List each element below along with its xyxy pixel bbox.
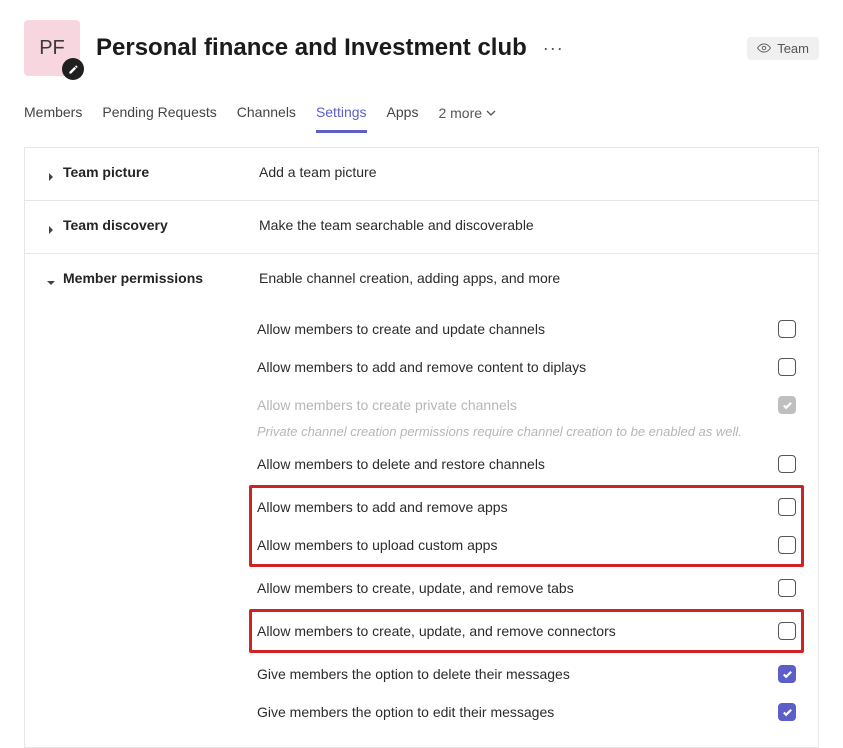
permission-checkbox[interactable]: [778, 536, 796, 554]
caret-right-icon[interactable]: [47, 221, 57, 237]
tab-apps[interactable]: Apps: [387, 104, 419, 132]
section-team-discovery: Team discovery Make the team searchable …: [25, 201, 818, 254]
permission-row: Give members the option to edit their me…: [257, 693, 796, 731]
permissions-list: Allow members to create and update chann…: [257, 310, 796, 731]
page-title: Personal finance and Investment club: [96, 34, 527, 62]
permission-checkbox[interactable]: [778, 579, 796, 597]
team-avatar[interactable]: PF: [24, 20, 80, 76]
permission-row: Allow members to delete and restore chan…: [257, 445, 796, 483]
permission-label: Allow members to add and remove apps: [257, 499, 766, 515]
section-desc-discovery: Make the team searchable and discoverabl…: [259, 217, 534, 233]
tabs-nav: Members Pending Requests Channels Settin…: [0, 76, 843, 133]
caret-down-icon[interactable]: [47, 274, 57, 290]
section-desc-picture: Add a team picture: [259, 164, 377, 180]
permission-checkbox[interactable]: [778, 320, 796, 338]
settings-panel: Team picture Add a team picture Team dis…: [24, 147, 819, 748]
permission-row: Give members the option to delete their …: [257, 655, 796, 693]
tab-more-label: 2 more: [438, 105, 482, 121]
edit-avatar-icon[interactable]: [62, 58, 84, 80]
permission-checkbox[interactable]: [778, 358, 796, 376]
permission-label: Allow members to create, update, and rem…: [257, 623, 766, 639]
permission-label: Allow members to upload custom apps: [257, 537, 766, 553]
permission-label: Give members the option to edit their me…: [257, 704, 766, 720]
tab-pending-requests[interactable]: Pending Requests: [102, 104, 216, 132]
permission-checkbox[interactable]: [778, 622, 796, 640]
permission-checkbox[interactable]: [778, 498, 796, 516]
permission-checkbox[interactable]: [778, 455, 796, 473]
section-desc-permissions: Enable channel creation, adding apps, an…: [259, 270, 560, 286]
permission-label: Allow members to create, update, and rem…: [257, 580, 766, 596]
permission-row: Allow members to add and remove content …: [257, 348, 796, 386]
highlight-box: Allow members to add and remove apps Allo…: [249, 485, 804, 567]
permission-checkbox: [778, 396, 796, 414]
permission-label: Allow members to create and update chann…: [257, 321, 766, 337]
section-team-picture: Team picture Add a team picture: [25, 148, 818, 201]
permission-label: Allow members to delete and restore chan…: [257, 456, 766, 472]
highlight-box: Allow members to create, update, and rem…: [249, 609, 804, 653]
permission-checkbox[interactable]: [778, 703, 796, 721]
permission-row: Allow members to create, update, and rem…: [257, 612, 796, 650]
permission-label: Allow members to create private channels: [257, 397, 766, 413]
permission-row: Allow members to upload custom apps: [257, 526, 796, 564]
permission-label: Give members the option to delete their …: [257, 666, 766, 682]
section-member-permissions: Member permissions Enable channel creati…: [25, 254, 818, 748]
permission-row: Allow members to create and update chann…: [257, 310, 796, 348]
team-visibility-pill[interactable]: Team: [747, 37, 819, 60]
section-title-permissions[interactable]: Member permissions: [63, 270, 253, 286]
permission-row: Allow members to add and remove apps: [257, 488, 796, 526]
section-title-discovery[interactable]: Team discovery: [63, 217, 253, 233]
tab-more[interactable]: 2 more: [438, 104, 496, 132]
page-header: PF Personal finance and Investment club …: [0, 0, 843, 76]
permission-label: Allow members to add and remove content …: [257, 359, 766, 375]
team-pill-label: Team: [777, 41, 809, 56]
tab-members[interactable]: Members: [24, 104, 82, 132]
permission-row: Allow members to create private channels: [257, 386, 796, 424]
permission-checkbox[interactable]: [778, 665, 796, 683]
caret-right-icon[interactable]: [47, 168, 57, 184]
permission-row: Allow members to create, update, and rem…: [257, 569, 796, 607]
tab-channels[interactable]: Channels: [237, 104, 296, 132]
more-actions-icon[interactable]: ···: [539, 34, 568, 63]
tab-settings[interactable]: Settings: [316, 104, 367, 133]
permission-hint: Private channel creation permissions req…: [257, 424, 796, 445]
eye-icon: [757, 41, 771, 55]
section-title-picture[interactable]: Team picture: [63, 164, 253, 180]
chevron-down-icon: [486, 108, 496, 118]
